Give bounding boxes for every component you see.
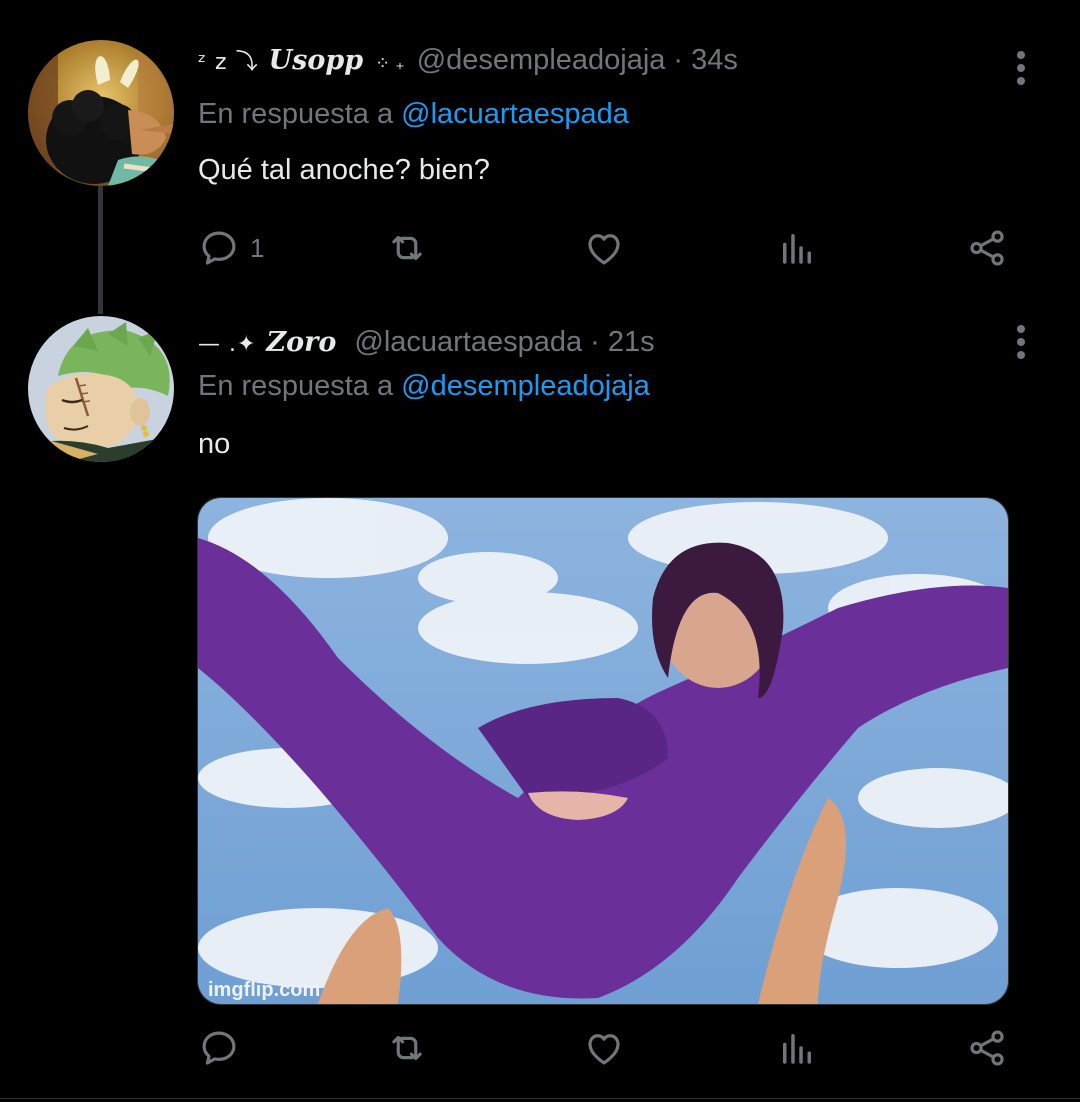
analytics-icon <box>783 1034 811 1064</box>
more-dot <box>1017 64 1025 72</box>
share-icon <box>970 1030 1004 1066</box>
share-button[interactable] <box>966 1026 1008 1070</box>
analytics-icon <box>783 234 811 264</box>
reply-icon <box>202 231 236 265</box>
tweet-timestamp[interactable]: 34s <box>691 44 738 77</box>
tweet-text: no <box>198 428 231 460</box>
like-icon <box>588 1034 620 1065</box>
tweet-header: ᶻ z ⤵ Usopp ⁘ ₊ @desempleadojaja · 34s <box>198 44 738 77</box>
retweet-icon <box>392 235 422 261</box>
media-watermark: imgflip.com <box>208 979 321 1001</box>
more-options-button[interactable] <box>1006 48 1036 88</box>
more-dot <box>1017 351 1025 359</box>
reply-context: En respuesta a @desempleadojaja <box>198 370 650 403</box>
user-avatar[interactable] <box>28 316 174 462</box>
analytics-button[interactable] <box>776 1026 818 1070</box>
tweet-usopp[interactable]: ᶻ z ⤵ Usopp ⁘ ₊ @desempleadojaja · 34s E… <box>0 0 1080 314</box>
thread-line <box>98 186 103 314</box>
tweet-timestamp[interactable]: 21s <box>608 326 655 359</box>
analytics-button[interactable] <box>776 226 818 270</box>
display-name[interactable]: Usopp <box>269 45 364 76</box>
separator-dot: · <box>673 44 684 76</box>
zoro-avatar-icon <box>28 316 174 462</box>
display-name-prefix: ᶻ z ⤵ <box>198 50 259 75</box>
more-dot <box>1017 77 1025 85</box>
media-illustration <box>198 498 1008 1004</box>
user-handle[interactable]: @desempleadojaja <box>417 44 666 77</box>
reply-mention-link[interactable]: @desempleadojaja <box>401 370 650 402</box>
retweet-button[interactable] <box>386 1026 428 1070</box>
reply-icon <box>202 1031 236 1065</box>
more-dot <box>1017 325 1025 333</box>
like-icon <box>588 234 620 265</box>
reply-label: En respuesta a <box>198 98 394 130</box>
tweet-actions <box>198 1026 1028 1070</box>
retweet-button[interactable] <box>386 226 428 270</box>
tweet-header: — .✦ Zoro @lacuartaespada · 21s <box>198 326 655 359</box>
tweet-actions: 1 <box>198 226 1028 270</box>
reply-mention-link[interactable]: @lacuartaespada <box>401 98 629 130</box>
user-avatar[interactable] <box>28 40 174 186</box>
more-dot <box>1017 51 1025 59</box>
display-name[interactable]: Zoro <box>266 327 336 358</box>
display-name-suffix: ⁘ ₊ <box>375 53 405 73</box>
tweet-text: Qué tal anoche? bien? <box>198 154 490 186</box>
retweet-icon <box>392 1035 422 1061</box>
reply-button[interactable] <box>198 1026 250 1070</box>
tweet-media-image[interactable]: imgflip.com <box>197 497 1009 1005</box>
share-icon <box>970 230 1004 266</box>
reply-label: En respuesta a <box>198 370 394 402</box>
share-button[interactable] <box>966 226 1008 270</box>
display-name-prefix: — .✦ <box>198 332 257 357</box>
usopp-avatar-icon <box>28 40 174 186</box>
user-handle[interactable]: @lacuartaespada <box>354 326 582 359</box>
more-dot <box>1017 338 1025 346</box>
reply-context: En respuesta a @lacuartaespada <box>198 98 629 131</box>
like-button[interactable] <box>583 1026 625 1070</box>
like-button[interactable] <box>583 226 625 270</box>
reply-count: 1 <box>250 232 265 263</box>
separator-dot: · <box>590 326 600 358</box>
bottom-divider <box>0 1098 1080 1099</box>
reply-button[interactable]: 1 <box>198 226 264 270</box>
more-options-button[interactable] <box>1006 322 1036 362</box>
